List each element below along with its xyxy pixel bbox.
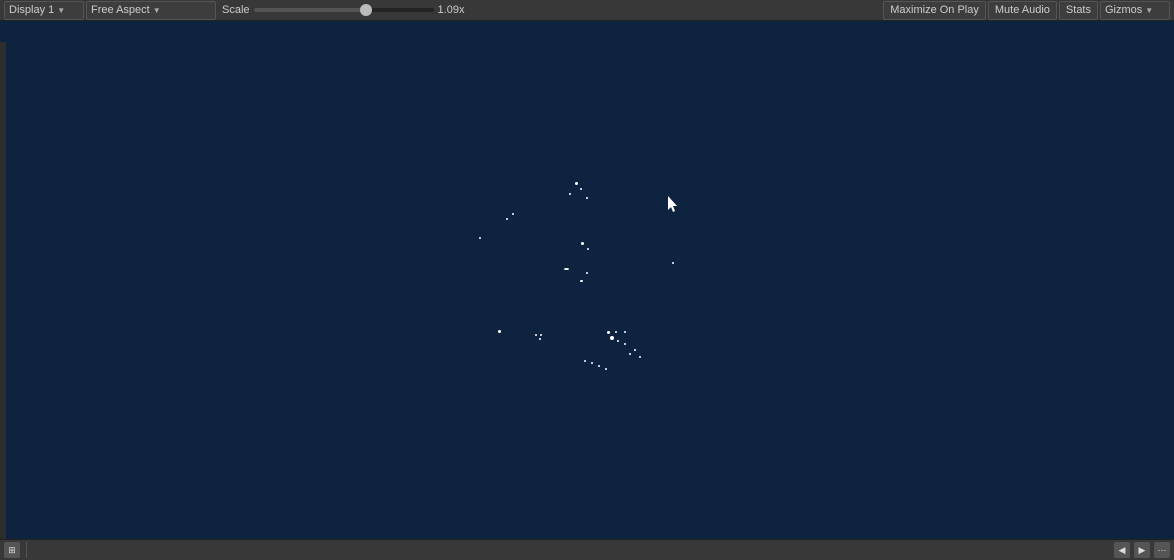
scale-slider-track — [254, 8, 362, 12]
scale-value: 1.09x — [438, 4, 465, 16]
toolbar: Display 1 ▼ Free Aspect ▼ Scale 1.09x Ma… — [0, 0, 1174, 21]
status-icon-1[interactable]: ⊞ — [4, 542, 20, 558]
particle — [615, 331, 617, 333]
gizmos-label: Gizmos — [1105, 4, 1142, 16]
aspect-chevron-icon: ▼ — [153, 6, 161, 15]
particle — [624, 343, 626, 345]
cursor-icon — [668, 196, 680, 214]
grid-icon: ⊞ — [8, 545, 16, 556]
particle — [629, 353, 631, 355]
particle — [634, 349, 636, 351]
scale-slider[interactable] — [254, 8, 434, 12]
particle — [610, 336, 614, 340]
left-handle[interactable] — [0, 42, 6, 539]
gizmos-dropdown[interactable]: Gizmos ▼ — [1100, 1, 1170, 20]
scale-section: Scale 1.09x — [218, 4, 881, 16]
aspect-label: Free Aspect — [91, 4, 150, 16]
display-dropdown[interactable]: Display 1 ▼ — [4, 1, 84, 20]
particle — [584, 360, 586, 362]
stats-button[interactable]: Stats — [1059, 1, 1098, 20]
game-viewport[interactable] — [0, 21, 1174, 539]
back-icon: ◀ — [1119, 545, 1126, 556]
particle — [586, 197, 588, 199]
stats-label: Stats — [1066, 4, 1091, 16]
mute-label: Mute Audio — [995, 4, 1050, 16]
separator-1 — [26, 542, 27, 558]
display-chevron-icon: ▼ — [57, 6, 65, 15]
particle — [512, 213, 514, 215]
status-icon-4[interactable]: ⋯ — [1154, 542, 1170, 558]
particle — [587, 248, 589, 250]
status-icon-3[interactable]: ▶ — [1134, 542, 1150, 558]
display-label: Display 1 — [9, 4, 54, 16]
particle — [598, 365, 600, 367]
scale-slider-thumb[interactable] — [360, 4, 372, 16]
particle — [605, 368, 607, 370]
particle — [591, 362, 593, 364]
particle — [580, 280, 583, 282]
toolbar-right: Maximize On Play Mute Audio Stats Gizmos… — [883, 1, 1170, 20]
particle — [581, 242, 584, 245]
particle — [540, 334, 542, 336]
forward-icon: ▶ — [1139, 545, 1146, 556]
particle — [498, 330, 501, 333]
particle — [569, 193, 571, 195]
particle — [506, 218, 508, 220]
maximize-on-play-button[interactable]: Maximize On Play — [883, 1, 986, 20]
particle — [479, 237, 481, 239]
mute-audio-button[interactable]: Mute Audio — [988, 1, 1057, 20]
aspect-dropdown[interactable]: Free Aspect ▼ — [86, 1, 216, 20]
gizmos-chevron-icon: ▼ — [1145, 6, 1153, 15]
particle — [672, 262, 674, 264]
particle — [575, 182, 578, 185]
particle — [639, 356, 641, 358]
particle — [580, 188, 582, 190]
particle — [607, 331, 610, 334]
particle — [617, 340, 619, 342]
maximize-label: Maximize On Play — [890, 4, 979, 16]
status-bar: ⊞ ◀ ▶ ⋯ — [0, 539, 1174, 560]
more-icon: ⋯ — [1158, 545, 1167, 556]
particle — [624, 331, 626, 333]
particle — [535, 334, 537, 336]
particle — [539, 338, 541, 340]
scale-text-label: Scale — [222, 4, 250, 16]
status-icon-2[interactable]: ◀ — [1114, 542, 1130, 558]
particle — [586, 272, 588, 274]
particle — [564, 268, 569, 270]
